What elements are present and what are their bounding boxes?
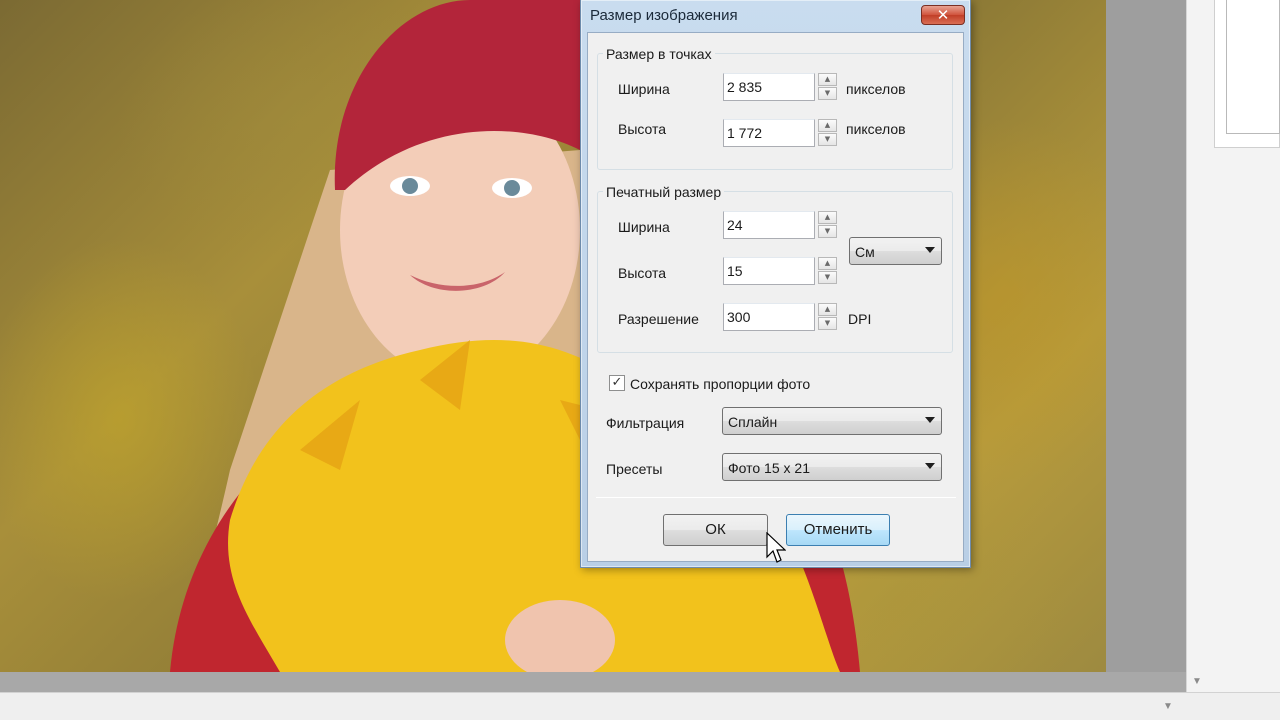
filter-value: Сплайн xyxy=(728,414,778,430)
spin-down-icon[interactable]: ▼ xyxy=(818,271,837,284)
scroll-arrow-icon[interactable]: ▼ xyxy=(1160,699,1176,715)
chevron-down-icon xyxy=(925,417,935,423)
print-width-label: Ширина xyxy=(618,219,670,235)
pixel-size-group xyxy=(597,53,953,170)
print-unit-value: См xyxy=(855,244,875,260)
pixel-width-unit: пикселов xyxy=(846,81,906,97)
resolution-label: Разрешение xyxy=(618,311,699,327)
spin-up-icon[interactable]: ▲ xyxy=(818,119,837,132)
print-width-field[interactable] xyxy=(723,211,815,239)
presets-select[interactable]: Фото 15 x 21 xyxy=(722,453,942,481)
dialog-content: Размер в точках Ширина ▲ ▼ пикселов Высо… xyxy=(587,32,964,562)
checkmark-icon: ✓ xyxy=(611,375,623,390)
presets-value: Фото 15 x 21 xyxy=(728,460,810,476)
close-icon: ✕ xyxy=(936,6,950,24)
cancel-button[interactable]: Отменить xyxy=(786,514,890,546)
filter-label: Фильтрация xyxy=(606,415,685,431)
resolution-field[interactable] xyxy=(723,303,815,331)
mouse-cursor-icon xyxy=(766,532,786,563)
pixel-height-unit: пикселов xyxy=(846,121,906,137)
resolution-unit: DPI xyxy=(848,311,872,327)
print-height-label: Высота xyxy=(618,265,667,281)
spin-down-icon[interactable]: ▼ xyxy=(818,87,837,100)
spin-down-icon[interactable]: ▼ xyxy=(818,225,837,238)
image-size-dialog: Размер изображения ✕ Размер в точках Шир… xyxy=(580,0,971,568)
canvas-margin-bottom xyxy=(0,672,1186,692)
spin-down-icon[interactable]: ▼ xyxy=(818,133,837,146)
canvas-margin-right xyxy=(1106,0,1186,672)
ok-button[interactable]: ОК xyxy=(663,514,768,546)
resolution-stepper[interactable]: ▲ ▼ xyxy=(818,303,837,331)
pixel-width-label: Ширина xyxy=(618,81,670,97)
spin-down-icon[interactable]: ▼ xyxy=(818,317,837,330)
print-width-stepper[interactable]: ▲ ▼ xyxy=(818,211,837,239)
keep-proportions-checkbox[interactable]: ✓ xyxy=(609,375,625,391)
presets-label: Пресеты xyxy=(606,461,663,477)
print-height-field[interactable] xyxy=(723,257,815,285)
pixel-width-stepper[interactable]: ▲ ▼ xyxy=(818,73,837,101)
print-height-stepper[interactable]: ▲ ▼ xyxy=(818,257,837,285)
dialog-title: Размер изображения xyxy=(590,7,738,24)
spin-up-icon[interactable]: ▲ xyxy=(818,73,837,86)
pixel-height-stepper[interactable]: ▲ ▼ xyxy=(818,119,837,147)
close-button[interactable]: ✕ xyxy=(921,5,965,25)
print-unit-select[interactable]: См xyxy=(849,237,942,265)
dialog-separator xyxy=(596,497,956,498)
chevron-down-icon xyxy=(925,247,935,253)
pixel-height-label: Высота xyxy=(618,121,667,137)
spin-up-icon[interactable]: ▲ xyxy=(818,257,837,270)
pixel-width-field[interactable] xyxy=(723,73,815,101)
page-thumbnail[interactable] xyxy=(1226,0,1280,134)
print-size-legend: Печатный размер xyxy=(603,184,725,200)
dialog-titlebar[interactable]: Размер изображения ✕ xyxy=(581,0,970,32)
pixel-size-legend: Размер в точках xyxy=(603,46,715,62)
keep-proportions-label[interactable]: Сохранять пропорции фото xyxy=(630,376,810,392)
horizontal-scrollbar[interactable]: ▼ xyxy=(0,692,1280,720)
filter-select[interactable]: Сплайн xyxy=(722,407,942,435)
pixel-height-field[interactable] xyxy=(723,119,815,147)
chevron-down-icon xyxy=(925,463,935,469)
spin-up-icon[interactable]: ▲ xyxy=(818,211,837,224)
spin-up-icon[interactable]: ▲ xyxy=(818,303,837,316)
scroll-down-arrow-icon[interactable]: ▼ xyxy=(1188,674,1206,690)
